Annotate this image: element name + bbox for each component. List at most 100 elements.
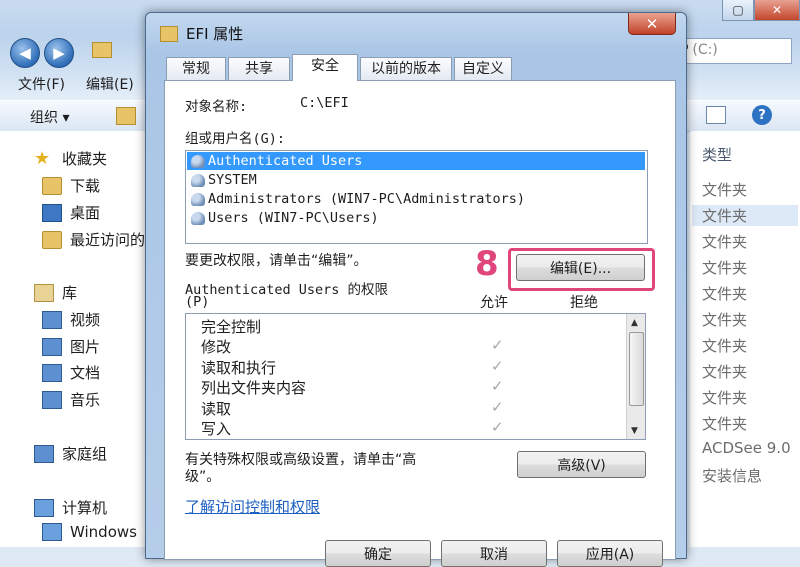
list-item[interactable]: 文件夹 — [702, 335, 747, 356]
permission-row: 修改 ✓ — [201, 336, 611, 356]
permission-name: 读取 — [201, 400, 232, 418]
allow-check-icon: ✓ — [491, 336, 504, 354]
nav-downloads[interactable]: 下载 — [42, 175, 100, 196]
scrollbar[interactable]: ▲ ▼ — [626, 314, 645, 439]
permission-name: 列出文件夹内容 — [201, 379, 307, 397]
computer-icon — [34, 498, 54, 517]
nav-label: 家庭组 — [62, 445, 108, 463]
group-label: 组或用户名(G): — [185, 131, 286, 147]
permission-row: 读取和执行 ✓ — [201, 357, 611, 377]
user-name: Authenticated Users — [208, 153, 363, 169]
navigation-pane: ★ 收藏夹 下载 桌面 最近访问的 库 视频 图片 文档 音乐 家庭组 计算机 W… — [0, 131, 150, 547]
list-item[interactable]: Users (WIN7-PC\Users) — [187, 209, 645, 227]
watermark: ▸◂ — [781, 527, 796, 541]
restore-icon[interactable]: ▢ — [722, 0, 754, 21]
nav-computer[interactable]: 计算机 — [34, 497, 107, 518]
help-icon[interactable]: ? — [752, 105, 772, 125]
nav-recent[interactable]: 最近访问的 — [42, 229, 145, 250]
permission-name: 修改 — [201, 338, 232, 356]
video-icon — [42, 310, 62, 329]
permissions-for-label: Authenticated Users 的权限 — [185, 282, 389, 298]
allow-check-icon: ✓ — [491, 398, 504, 416]
list-item[interactable]: 文件夹 — [702, 179, 747, 200]
list-item[interactable]: 文件夹 — [702, 361, 747, 382]
nav-label: 图片 — [70, 338, 101, 356]
user-group-icon — [191, 211, 205, 225]
permission-row: 读取 ✓ — [201, 398, 611, 418]
close-icon[interactable]: ✕ — [754, 0, 800, 21]
list-item[interactable]: Administrators (WIN7-PC\Administrators) — [187, 190, 645, 208]
ok-button[interactable]: 确定 — [325, 540, 431, 567]
permission-name: 读取和执行 — [201, 359, 277, 377]
list-item[interactable]: 文件夹 — [702, 231, 747, 252]
user-group-icon — [191, 192, 205, 206]
window-controls: ▢ ✕ — [722, 0, 800, 22]
list-item[interactable]: ACDSee 9.0 — [702, 439, 791, 457]
menu-file[interactable]: 文件(F) — [18, 74, 65, 94]
nav-videos[interactable]: 视频 — [42, 309, 100, 330]
dialog-title: EFI 属性 — [160, 23, 243, 44]
object-name-label: 对象名称: — [185, 99, 248, 115]
menu-edit[interactable]: 编辑(E) — [86, 74, 134, 94]
nav-desktop[interactable]: 桌面 — [42, 202, 100, 223]
music-icon — [42, 390, 62, 409]
star-icon: ★ — [34, 147, 51, 169]
allow-check-icon: ✓ — [491, 357, 504, 375]
object-name-value: C:\EFI — [300, 95, 349, 111]
dialog-title-text: EFI 属性 — [186, 25, 244, 43]
user-list[interactable]: Authenticated Users SYSTEM Administrator… — [185, 150, 648, 244]
column-header-type[interactable]: 类型 — [702, 144, 732, 165]
tab-customize[interactable]: 自定义 — [454, 57, 512, 80]
desktop-icon — [42, 203, 62, 222]
tab-general[interactable]: 常规 — [166, 57, 226, 80]
scroll-thumb[interactable] — [629, 332, 644, 406]
search-icon[interactable]: ⚲ — [679, 41, 785, 57]
allow-check-icon: ✓ — [491, 418, 504, 436]
list-item[interactable]: SYSTEM — [187, 171, 645, 189]
list-item[interactable]: 文件夹 — [702, 257, 747, 278]
list-item[interactable]: Authenticated Users — [187, 152, 645, 170]
tab-security[interactable]: 安全 — [292, 54, 358, 81]
learn-access-control-link[interactable]: 了解访问控制和权限 — [185, 496, 320, 517]
advanced-button[interactable]: 高级(V) — [517, 451, 646, 478]
nav-label: 音乐 — [70, 391, 101, 409]
scroll-down-icon[interactable]: ▼ — [631, 426, 638, 436]
scroll-up-icon[interactable]: ▲ — [631, 318, 638, 328]
user-group-icon — [191, 154, 205, 168]
list-item[interactable]: 文件夹 — [702, 387, 747, 408]
tab-previous-versions[interactable]: 以前的版本 — [360, 57, 452, 80]
include-library-icon[interactable] — [116, 107, 136, 125]
nav-libraries[interactable]: 库 — [34, 282, 77, 303]
library-icon — [34, 283, 54, 302]
user-name: Users (WIN7-PC\Users) — [208, 210, 379, 226]
close-button[interactable]: ✕ — [628, 13, 676, 35]
nav-windows-drive[interactable]: Windows — [42, 523, 137, 541]
nav-favorites[interactable]: ★ 收藏夹 — [34, 148, 107, 169]
permission-name: 写入 — [201, 420, 232, 438]
permission-name: 完全控制 — [201, 318, 262, 336]
preview-pane-icon[interactable] — [706, 106, 726, 124]
folder-icon — [42, 176, 62, 195]
list-item[interactable]: 文件夹 — [702, 309, 747, 330]
nav-music[interactable]: 音乐 — [42, 389, 100, 410]
back-button[interactable]: ◀ — [10, 38, 40, 68]
list-item[interactable]: 文件夹 — [692, 205, 798, 226]
list-item[interactable]: 文件夹 — [702, 283, 747, 304]
apply-button[interactable]: 应用(A) — [557, 540, 663, 567]
nav-label: 库 — [62, 284, 78, 302]
forward-button[interactable]: ▶ — [44, 38, 74, 68]
tab-sharing[interactable]: 共享 — [228, 57, 290, 80]
cancel-button[interactable]: 取消 — [441, 540, 547, 567]
list-item[interactable]: 文件夹 — [702, 413, 747, 434]
homegroup-icon — [34, 444, 54, 463]
nav-label: 下载 — [70, 177, 101, 195]
permission-row: 完全控制 — [201, 316, 611, 336]
permission-row: 列出文件夹内容 ✓ — [201, 377, 611, 397]
list-item[interactable]: 安装信息 — [702, 465, 762, 486]
nav-documents[interactable]: 文档 — [42, 362, 100, 383]
nav-homegroup[interactable]: 家庭组 — [34, 443, 107, 464]
nav-label: 收藏夹 — [62, 150, 108, 168]
nav-pictures[interactable]: 图片 — [42, 336, 100, 357]
edit-button[interactable]: 编辑(E)... — [516, 254, 645, 281]
organize-button[interactable]: 组织 ▾ — [30, 107, 69, 127]
